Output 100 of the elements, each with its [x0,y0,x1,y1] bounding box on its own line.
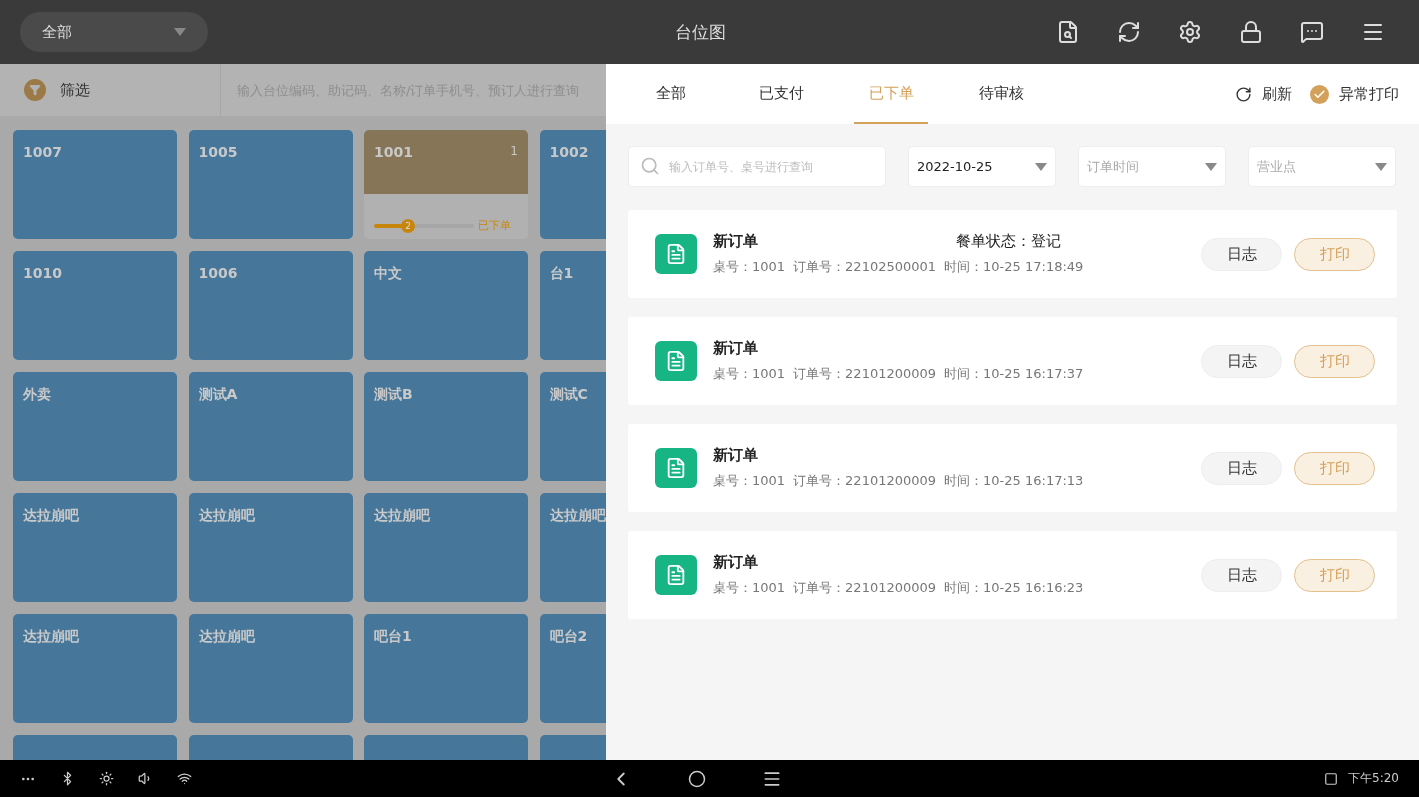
table-name: 1006 [197,264,239,283]
document-icon [655,234,697,274]
table-name: 达拉崩吧 [22,627,80,646]
refresh-icon[interactable] [1235,85,1252,103]
table-name: 测试C [548,385,589,404]
table-tile[interactable]: 测试C [539,372,606,481]
table-name: 1002 [548,143,590,162]
table-name: 1010 [22,264,63,283]
checkbox-icon[interactable] [1310,84,1329,104]
abnormal-print-checkbox[interactable]: 异常打印 [1310,84,1399,104]
table-tile[interactable]: 达拉崩吧 [364,493,528,602]
document-icon [655,555,697,595]
brightness-icon[interactable] [99,771,114,786]
order-time: 时间：10-25 16:17:37 [944,365,1084,383]
order-time: 时间：10-25 16:17:13 [944,472,1084,490]
log-button[interactable]: 日志 [1201,558,1282,592]
outlet-dropdown[interactable]: 营业点 [1248,146,1396,187]
order-tab[interactable]: 已支付 [744,64,818,124]
table-tile[interactable]: 1007 [13,130,177,239]
order-status: 餐单状态：登记 [956,232,1061,251]
log-button[interactable]: 日志 [1201,237,1282,271]
table-name: 台1 [548,264,575,283]
settings-icon[interactable] [1178,20,1202,44]
chat-icon[interactable] [1300,20,1324,44]
table-tile[interactable]: 台1 [539,251,606,360]
dropdown-arrow-icon [174,28,186,36]
table-tile[interactable]: 1010 [13,251,177,360]
order-tab[interactable]: 已下单 [854,64,928,124]
table-status: 已下单 [478,218,511,233]
print-button[interactable]: 打印 [1294,451,1375,485]
print-button[interactable]: 打印 [1294,344,1375,378]
table-tile[interactable]: 达拉崩吧 [13,614,177,723]
wifi-icon[interactable] [177,771,192,786]
table-tile[interactable]: 达拉崩吧 [539,493,606,602]
table-tile[interactable]: 外卖 [13,372,177,481]
table-name: 中文 [373,264,403,283]
table-name: 吧台1 [373,627,413,646]
table-name: 测试B [373,385,414,404]
table-name: 外卖 [22,385,52,404]
order-number: 订单号：22101200009 [793,472,937,490]
table-tile[interactable]: 测试A [188,372,353,481]
table-name: 1001 [374,144,413,160]
order-number: 订单号：22101200009 [793,365,937,383]
print-button[interactable]: 打印 [1294,558,1375,592]
order-title: 新订单 [713,339,759,358]
document-icon [655,448,697,488]
search-icon [640,156,660,176]
log-button[interactable]: 日志 [1201,451,1282,485]
table-tile[interactable]: 1006 [188,251,353,360]
sync-icon[interactable] [1117,20,1141,44]
sim-card-icon [1324,771,1339,786]
order-time: 时间：10-25 16:16:23 [944,579,1084,597]
table-tile[interactable]: 达拉崩吧 [188,493,353,602]
table-name: 测试A [197,385,239,404]
clock: 下午5:20 [1348,770,1399,787]
table-tile[interactable]: 1002 [539,130,606,239]
document-icon [655,341,697,381]
print-button[interactable]: 打印 [1294,237,1375,271]
progress-badge: 2 [401,218,415,233]
date-dropdown[interactable]: 2022-10-25 [908,146,1056,187]
table-name: 达拉崩吧 [373,506,431,525]
table-tile[interactable]: 吧台1 [364,614,528,723]
dropdown-arrow-icon [1205,162,1217,171]
table-number: 桌号：1001 [713,258,786,276]
table-number: 桌号：1001 [713,579,786,597]
table-name: 达拉崩吧 [197,627,256,646]
table-tile[interactable]: 1001 1 2 已下单 [364,130,528,239]
table-name: 达拉崩吧 [548,506,606,525]
log-button[interactable]: 日志 [1201,344,1282,378]
document-search-icon[interactable] [1056,20,1080,44]
table-name: 1005 [197,143,239,162]
table-tile[interactable]: 测试B [364,372,528,481]
table-name: 吧台2 [548,627,589,646]
table-tile[interactable]: 中文 [364,251,528,360]
table-name: 1007 [22,143,63,162]
order-number: 订单号：22101200009 [793,579,937,597]
page-title: 台位图 [675,20,726,44]
table-name: 达拉崩吧 [197,506,256,525]
scope-dropdown[interactable]: 全部 [20,12,208,52]
refresh-button[interactable]: 刷新 [1235,84,1292,104]
dropdown-arrow-icon [1035,162,1047,171]
order-time-dropdown[interactable]: 订单时间 [1078,146,1226,187]
table-number: 桌号：1001 [713,365,786,383]
order-title: 新订单 [713,446,759,465]
home-icon[interactable] [688,769,706,788]
order-title: 新订单 [713,553,759,572]
order-tab[interactable]: 全部 [634,64,708,124]
filter-label[interactable]: 筛选 [60,80,90,100]
table-name: 达拉崩吧 [22,506,80,525]
order-number: 订单号：22102500001 [793,258,937,276]
table-number: 桌号：1001 [713,472,786,490]
order-title: 新订单 [713,232,759,251]
lock-icon[interactable] [1239,20,1263,44]
order-tab[interactable]: 待审核 [964,64,1038,124]
table-tile[interactable]: 1005 [188,130,353,239]
table-tile[interactable]: 达拉崩吧 [188,614,353,723]
order-search-field[interactable]: 输入订单号、桌号进行查询 [628,146,886,187]
order-time: 时间：10-25 17:18:49 [944,258,1084,276]
table-tile[interactable]: 达拉崩吧 [13,493,177,602]
table-tile[interactable]: 吧台2 [539,614,606,723]
